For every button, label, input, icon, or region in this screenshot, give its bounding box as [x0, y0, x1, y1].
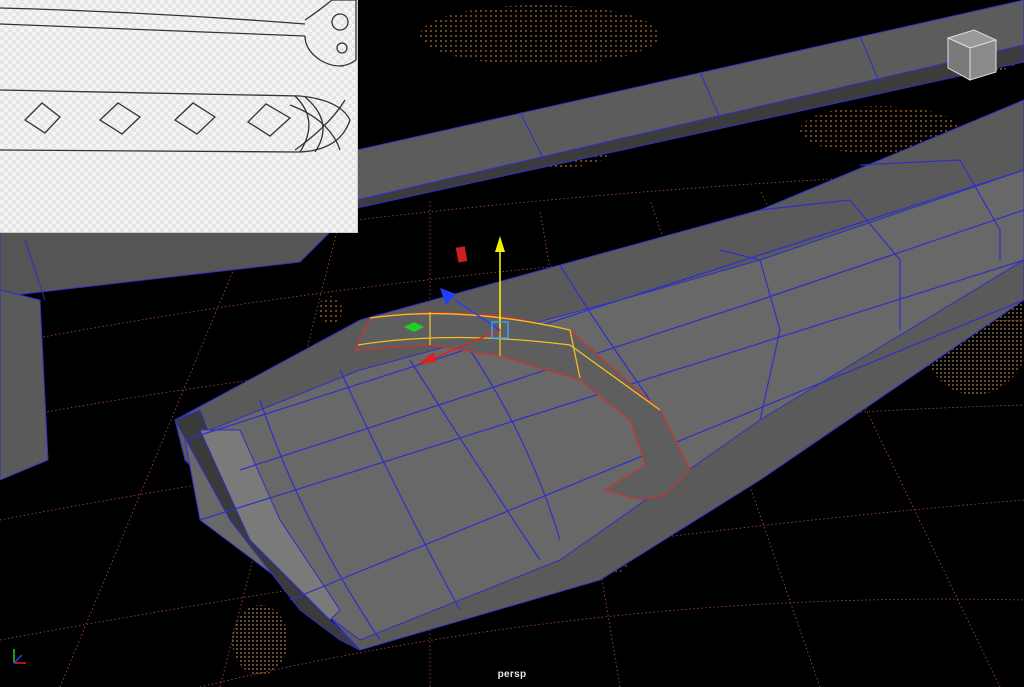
- sword-blade-drawing-icon: [0, 0, 357, 67]
- camera-name-label: persp: [497, 669, 527, 680]
- reference-image-plane[interactable]: [0, 0, 358, 233]
- view-cube-icon[interactable]: [938, 24, 1002, 88]
- handle-pattern-drawing-icon: [0, 89, 351, 153]
- axis-triad-icon: [8, 645, 30, 667]
